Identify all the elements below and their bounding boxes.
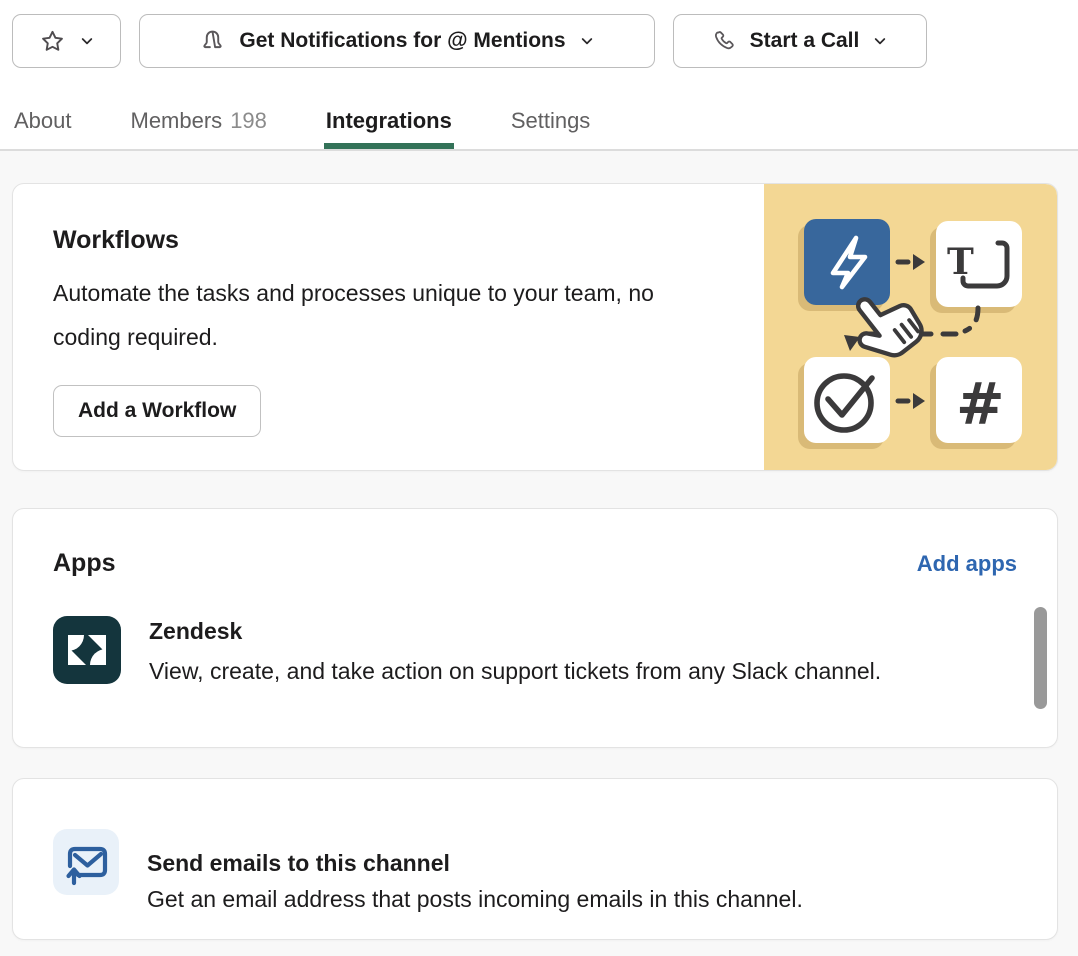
app-list-item-zendesk[interactable]: Zendesk View, create, and take action on… [53, 616, 1017, 709]
start-call-button[interactable]: Start a Call [673, 14, 927, 68]
chevron-down-icon [872, 33, 888, 49]
hash-icon: # [936, 357, 1022, 443]
send-emails-description: Get an email address that posts incoming… [147, 886, 803, 913]
phone-icon [712, 29, 737, 54]
zendesk-app-icon [53, 616, 121, 684]
tab-bar: About Members 198 Integrations Settings [0, 108, 1078, 151]
bell-icon [199, 28, 226, 55]
send-email-icon [53, 829, 119, 895]
members-count: 198 [230, 108, 267, 133]
app-name: Zendesk [149, 616, 881, 645]
toolbar: Get Notifications for @ Mentions Start a… [0, 0, 1078, 68]
tab-settings[interactable]: Settings [509, 108, 593, 149]
add-apps-link[interactable]: Add apps [917, 551, 1017, 577]
tab-members-label: Members [131, 108, 223, 133]
apps-card-header: Apps Add apps [53, 549, 1017, 578]
add-workflow-button-label: Add a Workflow [78, 399, 236, 423]
chevron-down-icon [579, 33, 595, 49]
tab-integrations[interactable]: Integrations [324, 108, 454, 149]
tab-settings-label: Settings [511, 108, 591, 133]
send-emails-title: Send emails to this channel [147, 850, 803, 877]
tab-integrations-label: Integrations [326, 108, 452, 133]
workflows-description: Automate the tasks and processes unique … [53, 271, 713, 359]
tab-about-label: About [14, 108, 72, 133]
app-description: View, create, and take action on support… [149, 653, 881, 709]
svg-text:T: T [947, 241, 974, 283]
text-field-icon: T [936, 221, 1022, 307]
integrations-panel: Workflows Automate the tasks and process… [0, 183, 1078, 940]
send-emails-text: Send emails to this channel Get an email… [147, 806, 803, 913]
channel-details-header: Get Notifications for @ Mentions Start a… [0, 0, 1078, 151]
workflows-card-content: Workflows Automate the tasks and process… [13, 184, 764, 470]
lightning-icon [804, 219, 890, 305]
workflows-title: Workflows [53, 226, 744, 255]
send-emails-card[interactable]: Send emails to this channel Get an email… [12, 778, 1058, 940]
start-call-button-label: Start a Call [750, 29, 860, 53]
star-channel-button[interactable] [12, 14, 121, 68]
add-workflow-button[interactable]: Add a Workflow [53, 385, 261, 437]
tab-about[interactable]: About [12, 108, 74, 149]
workflows-card: Workflows Automate the tasks and process… [12, 183, 1058, 471]
apps-card: Apps Add apps Zendesk View, create, and … [12, 508, 1058, 748]
workflow-illustration-graphic: T # [764, 184, 1057, 471]
notifications-button[interactable]: Get Notifications for @ Mentions [139, 14, 655, 68]
chevron-down-icon [79, 33, 95, 49]
notifications-button-label: Get Notifications for @ Mentions [239, 29, 565, 53]
tab-members[interactable]: Members 198 [129, 108, 269, 149]
apps-list-scrollbar[interactable] [1034, 607, 1047, 709]
star-icon [39, 28, 66, 55]
app-item-text: Zendesk View, create, and take action on… [149, 616, 881, 709]
svg-text:#: # [956, 370, 1005, 438]
check-circle-icon [804, 357, 890, 443]
workflows-illustration: T # [764, 184, 1057, 471]
apps-title: Apps [53, 549, 116, 578]
